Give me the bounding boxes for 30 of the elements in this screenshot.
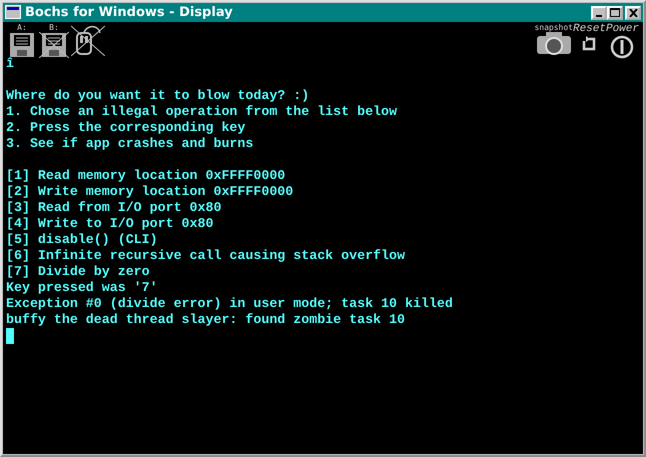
- console-line: [3] Read from I/O port 0x80: [6, 200, 222, 216]
- minimize-icon: [596, 14, 602, 16]
- minimize-button[interactable]: [591, 6, 607, 20]
- maximize-icon: [610, 8, 620, 17]
- close-button[interactable]: [625, 6, 641, 20]
- console-line: 3. See if app crashes and burns: [6, 136, 254, 152]
- maximize-button[interactable]: [607, 6, 623, 20]
- reset-button[interactable]: Reset: [572, 24, 606, 51]
- console-line: [4] Write to I/O port 0x80: [6, 216, 214, 232]
- console-line: Key pressed was '7': [6, 280, 159, 296]
- power-icon: [610, 35, 634, 59]
- reset-icon: [581, 35, 598, 51]
- floppy-button[interactable]: A:: [7, 24, 37, 58]
- console-line: Where do you want it to blow today? :): [6, 88, 310, 104]
- floppy-disk-icon: [39, 32, 69, 58]
- console-line: Exception #0 (divide error) in user mode; task 10 killed: [6, 296, 454, 312]
- console-line: [6] Infinite recursive call causing stack overflow: [6, 248, 406, 264]
- power-button[interactable]: Power: [606, 24, 639, 59]
- console-line: [1] Read memory location 0xFFFF0000: [6, 168, 286, 184]
- camera-icon: [536, 32, 572, 56]
- console-line: buffy the dead thread slayer: found zombie task 10: [6, 312, 406, 328]
- console-line: [2] Write memory location 0xFFFF0000: [6, 184, 294, 200]
- console-line: 2. Press the corresponding key: [6, 120, 246, 136]
- window-title: Bochs for Windows - Display: [25, 4, 234, 22]
- snapshot-button[interactable]: snapshot: [534, 24, 573, 56]
- console-line: î: [6, 56, 15, 72]
- close-icon: [628, 8, 638, 16]
- console-line: [7] Divide by zero: [6, 264, 151, 280]
- console-line: 1. Chose an illegal operation from the list below: [6, 104, 398, 120]
- console-line: [5] disable() (CLI): [6, 232, 159, 248]
